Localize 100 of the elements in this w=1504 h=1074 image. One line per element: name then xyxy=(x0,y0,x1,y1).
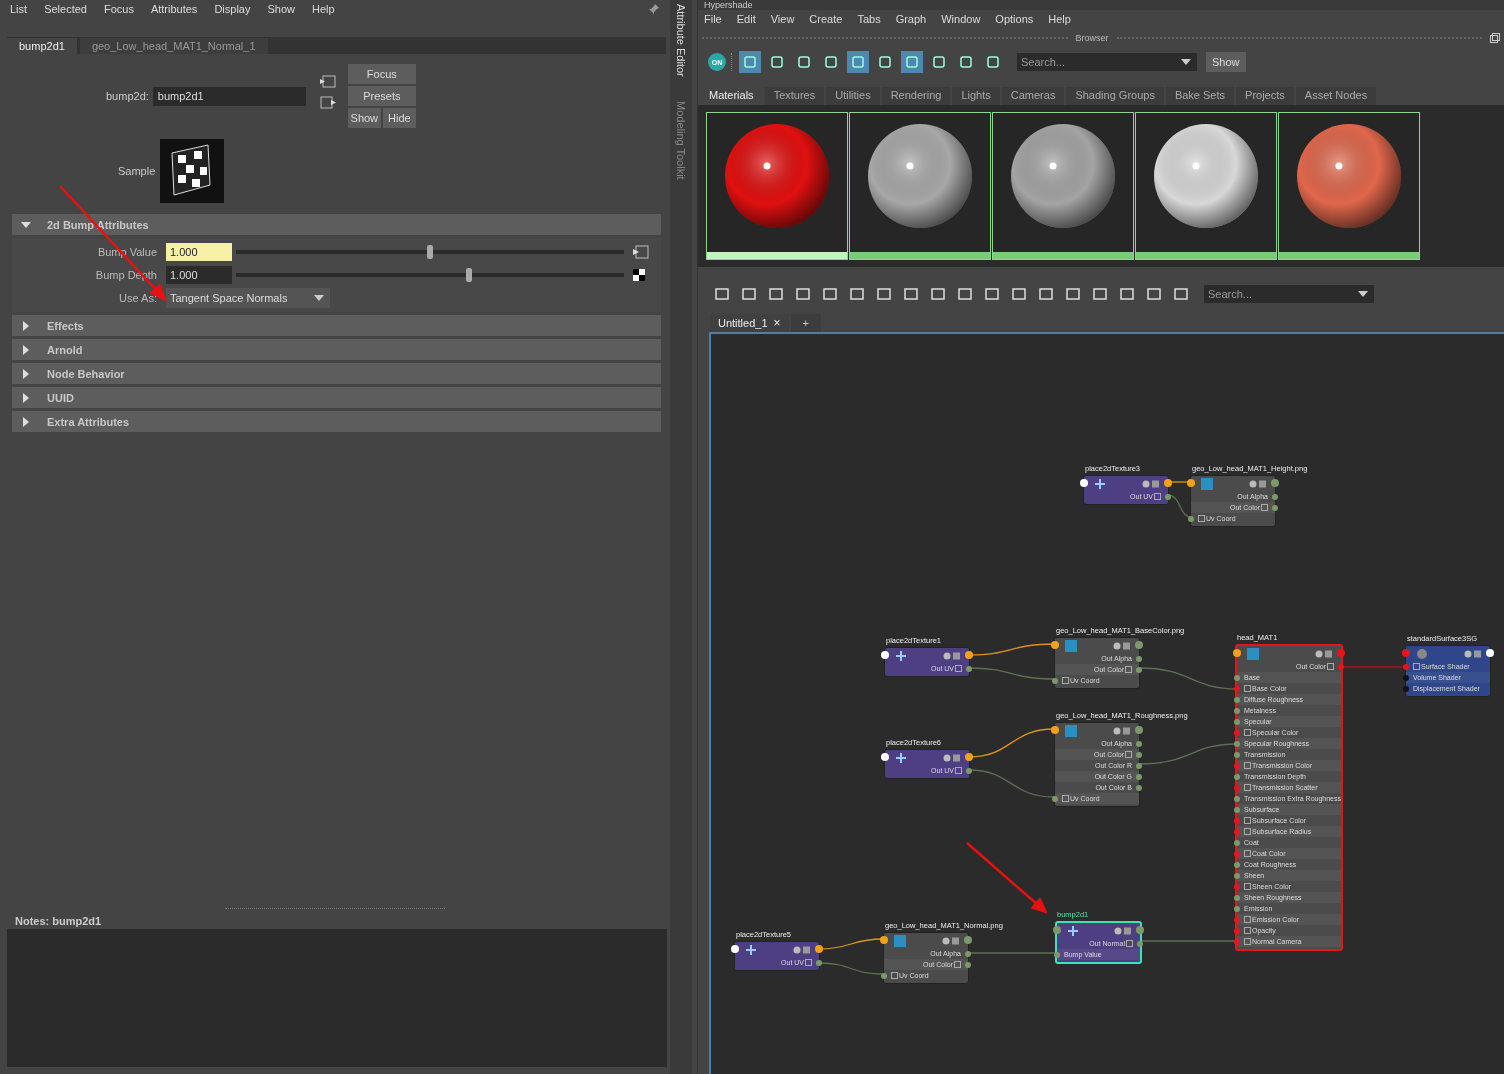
port-dot[interactable] xyxy=(1402,649,1410,657)
port-dot[interactable] xyxy=(1234,916,1240,923)
port-dot[interactable] xyxy=(965,651,973,659)
hide-button[interactable]: Hide xyxy=(382,108,416,128)
expand-icon[interactable] xyxy=(1198,515,1205,522)
port-dot[interactable] xyxy=(1234,905,1240,912)
expand-icon[interactable] xyxy=(1413,663,1420,670)
port-dot[interactable] xyxy=(1052,795,1058,802)
port-dot[interactable] xyxy=(1234,872,1240,879)
expand-icon[interactable] xyxy=(1062,795,1069,802)
output-connection-icon[interactable] xyxy=(319,96,336,109)
section-header[interactable]: 2d Bump Attributes xyxy=(12,214,661,235)
close-tab-button[interactable]: × xyxy=(773,316,781,330)
expand-icon[interactable] xyxy=(1244,762,1251,769)
menu-item[interactable]: Help xyxy=(1048,13,1071,25)
expand-icon[interactable] xyxy=(1125,666,1132,673)
expand-icon[interactable] xyxy=(805,959,812,966)
port-dot[interactable] xyxy=(1234,806,1240,813)
map-connection-icon[interactable] xyxy=(633,244,649,259)
port-dot[interactable] xyxy=(881,753,889,761)
restore-icon[interactable] xyxy=(1490,33,1500,43)
port-dot[interactable] xyxy=(1234,784,1240,791)
expand-icon[interactable] xyxy=(955,767,962,774)
node-mode-icon[interactable] xyxy=(1114,926,1132,935)
port-dot[interactable] xyxy=(1234,751,1240,758)
new-tab-button[interactable]: + xyxy=(790,314,821,332)
port-dot[interactable] xyxy=(1136,655,1142,662)
checker-map-icon[interactable] xyxy=(633,268,645,281)
port-dot[interactable] xyxy=(1234,718,1240,725)
slider-thumb[interactable] xyxy=(427,244,433,259)
port-dot[interactable] xyxy=(1234,707,1240,714)
graph-node[interactable] xyxy=(1235,644,1343,951)
menu-item[interactable]: Window xyxy=(941,13,981,25)
port-dot[interactable] xyxy=(1403,674,1409,681)
port-dot[interactable] xyxy=(1136,740,1142,747)
port-dot[interactable] xyxy=(1136,666,1142,673)
slider-thumb[interactable] xyxy=(465,267,472,282)
expand-icon[interactable] xyxy=(1261,504,1268,511)
menu-item[interactable]: Graph xyxy=(895,13,927,25)
node-mode-icon[interactable] xyxy=(1249,479,1267,488)
collapsed-triangle-icon[interactable] xyxy=(21,392,31,403)
menu-item[interactable]: Show xyxy=(267,3,295,15)
port-dot[interactable] xyxy=(1234,762,1240,769)
value-field[interactable]: 1.000 xyxy=(166,265,232,284)
port-dot[interactable] xyxy=(1188,515,1194,522)
port-dot[interactable] xyxy=(816,959,822,966)
expand-icon[interactable] xyxy=(1327,663,1334,670)
port-dot[interactable] xyxy=(1234,740,1240,747)
material-swatch[interactable] xyxy=(1278,112,1420,260)
port-dot[interactable] xyxy=(1136,762,1142,769)
collapsed-triangle-icon[interactable] xyxy=(21,320,31,331)
section-header[interactable]: Node Behavior xyxy=(12,363,661,384)
node-mode-icon[interactable] xyxy=(1142,479,1160,488)
menu-item[interactable]: Create xyxy=(809,13,843,25)
port-dot[interactable] xyxy=(1234,817,1240,824)
show-button[interactable]: Show xyxy=(1206,52,1246,72)
presets-button[interactable]: Presets xyxy=(347,86,416,106)
port-dot[interactable] xyxy=(1187,479,1195,487)
browser-tab[interactable]: Lights xyxy=(952,87,1000,105)
caret-icon[interactable] xyxy=(1181,59,1191,65)
browser-tab[interactable]: Textures xyxy=(764,87,825,105)
use-as-dropdown[interactable]: Tangent Space Normals xyxy=(166,287,330,308)
node-mode-icon[interactable] xyxy=(793,945,811,954)
port-dot[interactable] xyxy=(1234,850,1240,857)
menu-item[interactable]: Focus xyxy=(103,3,134,15)
node-tab[interactable]: geo_Low_head_MAT1_Normal_1 xyxy=(79,38,268,54)
material-swatch[interactable] xyxy=(706,112,848,260)
port-dot[interactable] xyxy=(1234,729,1240,736)
side-tab[interactable]: Attribute Editor xyxy=(675,4,687,77)
port-dot[interactable] xyxy=(1403,685,1409,692)
port-dot[interactable] xyxy=(1051,641,1059,649)
show-button[interactable]: Show xyxy=(347,108,381,128)
graph-tab[interactable]: Untitled_1 × xyxy=(710,314,789,332)
search-field[interactable]: Search... xyxy=(1017,53,1197,71)
node-tab[interactable]: bump2d1 xyxy=(7,38,77,54)
collapsed-triangle-icon[interactable] xyxy=(21,368,31,379)
expand-icon[interactable] xyxy=(1154,493,1161,500)
menu-item[interactable]: Edit xyxy=(736,13,756,25)
port-dot[interactable] xyxy=(1054,951,1060,958)
port-dot[interactable] xyxy=(1136,926,1144,934)
port-dot[interactable] xyxy=(1136,751,1142,758)
browser-tab[interactable]: Asset Nodes xyxy=(1295,87,1377,105)
node-graph-canvas[interactable] xyxy=(709,332,1504,1074)
collapsed-triangle-icon[interactable] xyxy=(21,344,31,355)
port-dot[interactable] xyxy=(966,767,972,774)
port-dot[interactable] xyxy=(1164,479,1172,487)
material-swatch[interactable] xyxy=(1135,112,1277,260)
port-dot[interactable] xyxy=(1234,938,1240,945)
node-mode-icon[interactable] xyxy=(942,936,960,945)
value-field[interactable]: 1.000 xyxy=(166,242,232,261)
port-dot[interactable] xyxy=(966,665,972,672)
port-dot[interactable] xyxy=(1234,773,1240,780)
expand-icon[interactable] xyxy=(1062,677,1069,684)
port-dot[interactable] xyxy=(1272,493,1278,500)
browser-tab[interactable]: Rendering xyxy=(881,87,951,105)
port-dot[interactable] xyxy=(1234,927,1240,934)
port-dot[interactable] xyxy=(1234,883,1240,890)
port-dot[interactable] xyxy=(1234,894,1240,901)
port-dot[interactable] xyxy=(1403,663,1409,670)
port-dot[interactable] xyxy=(1234,795,1240,802)
